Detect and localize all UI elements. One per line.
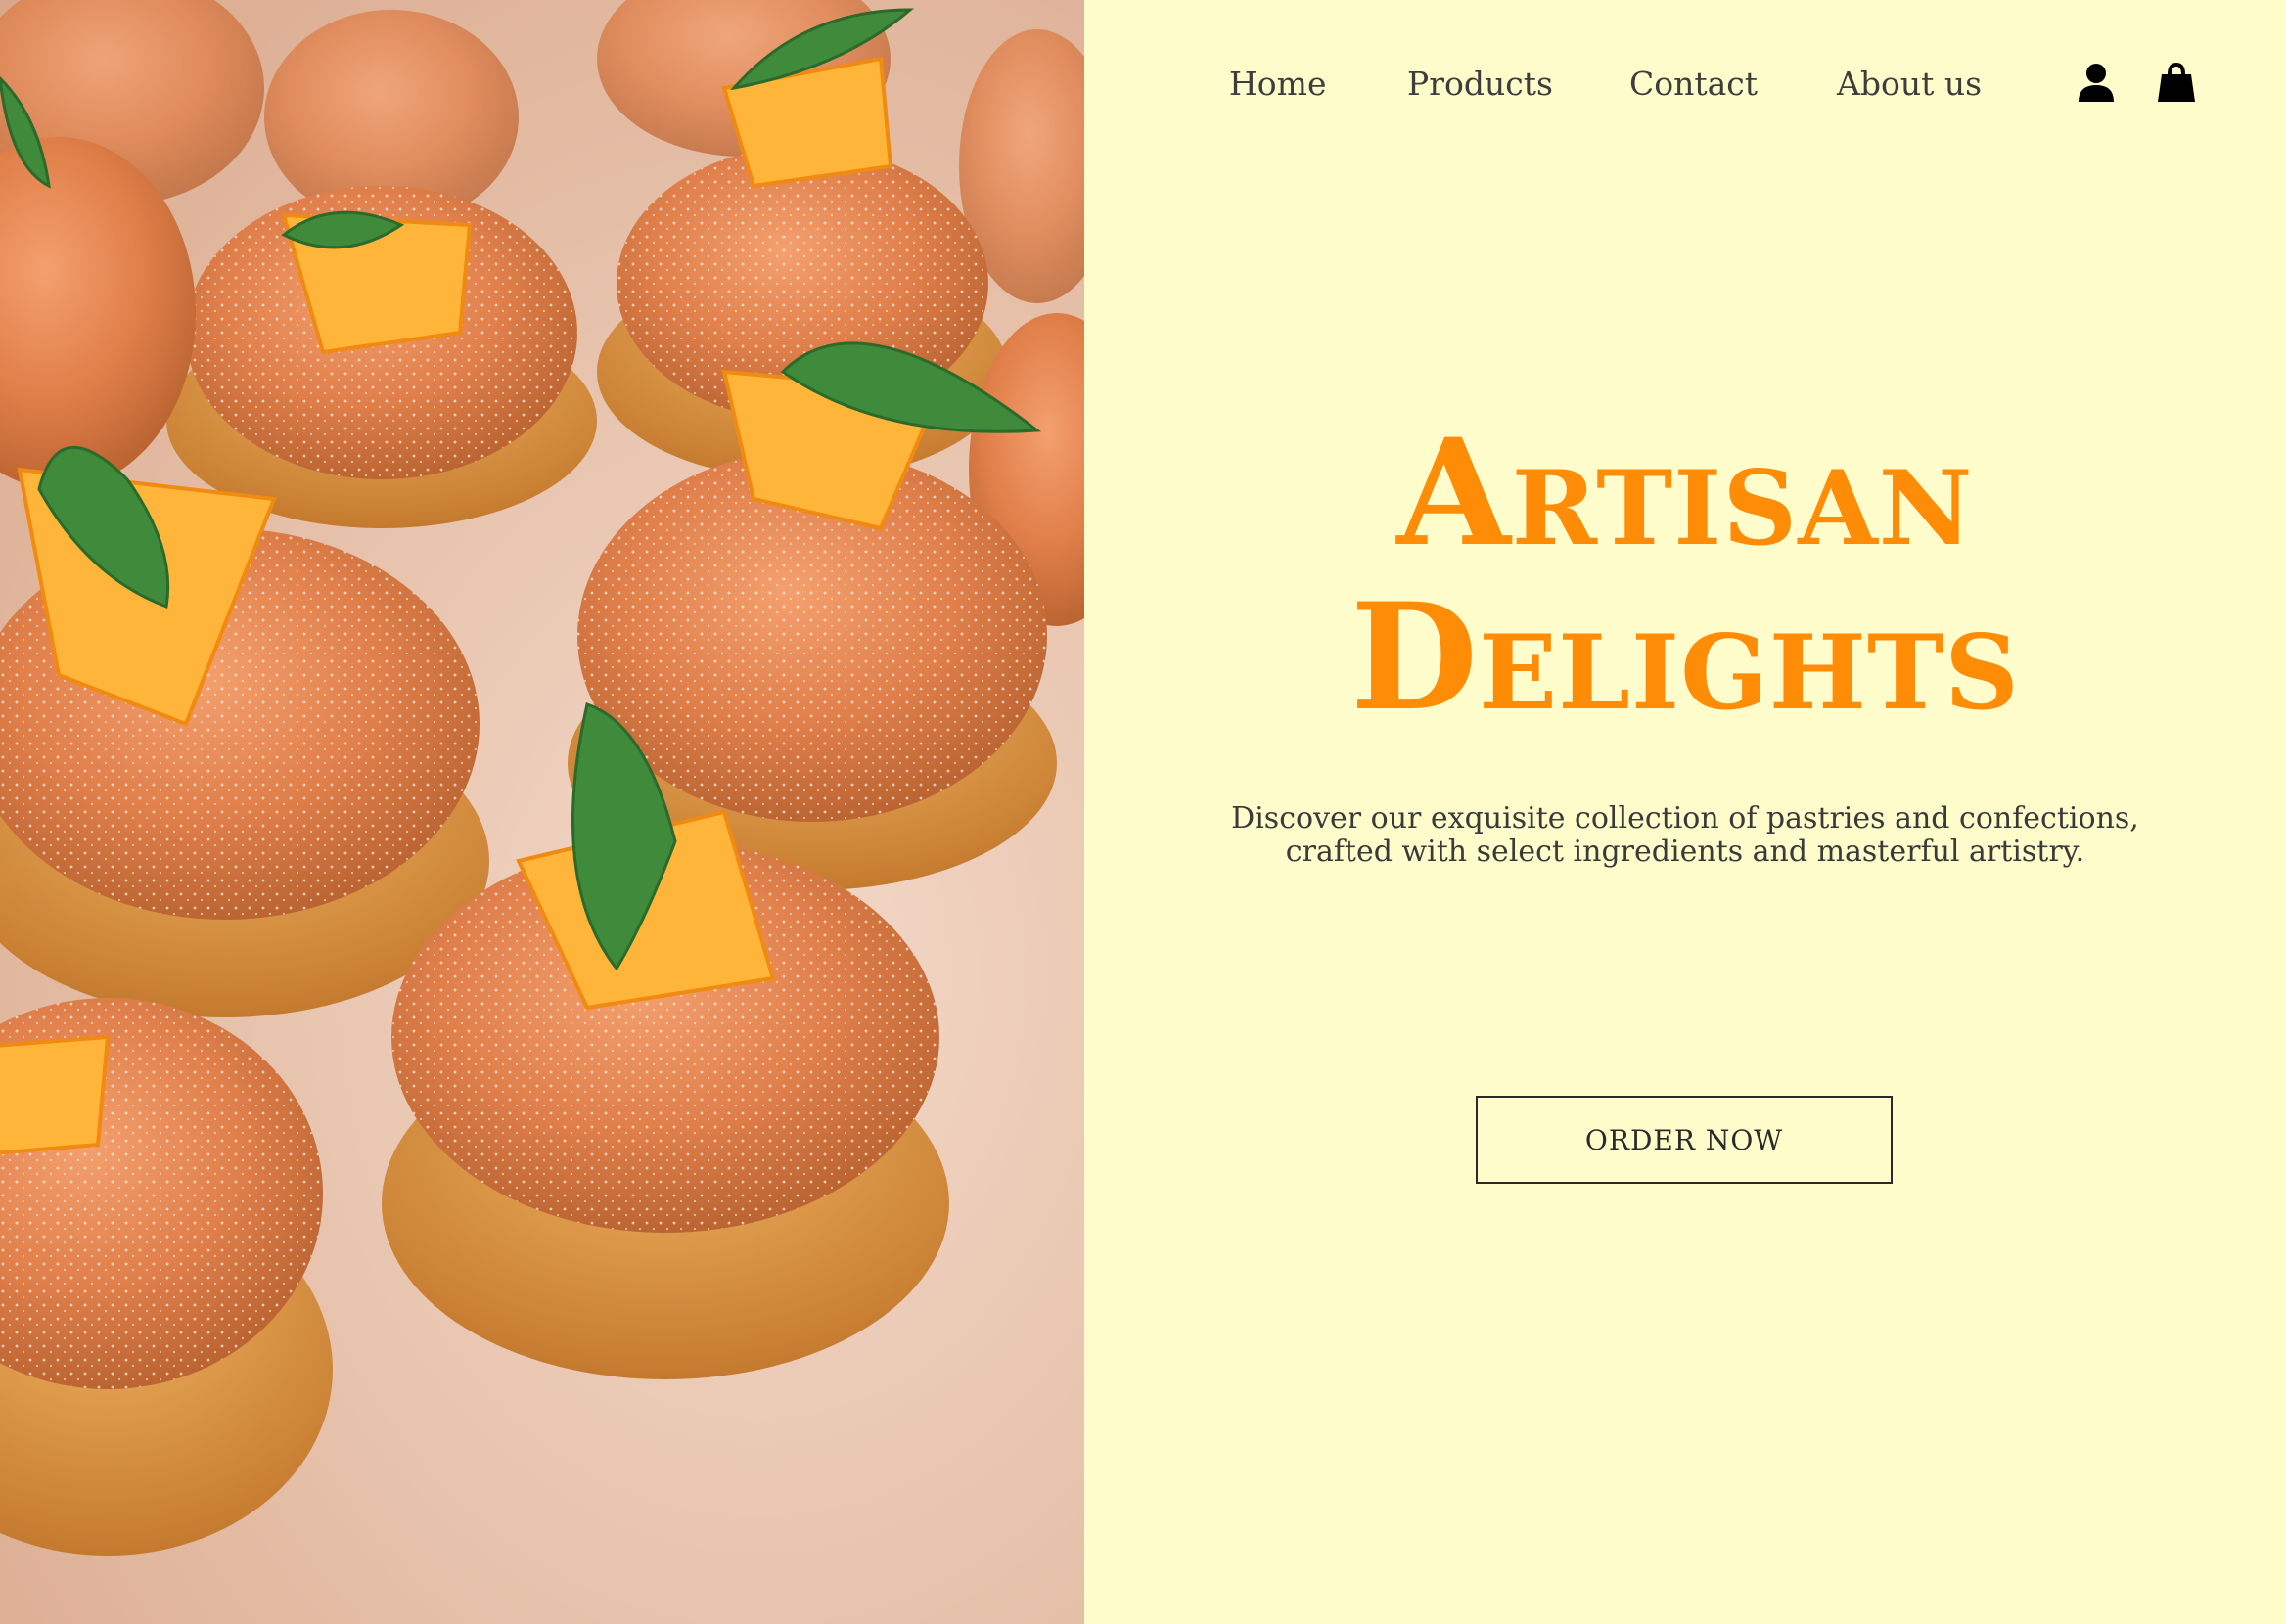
main-nav: Home Products Contact About us bbox=[1084, 57, 2286, 112]
hero-photo-pastries bbox=[0, 0, 1084, 1624]
hero-description: Discover our exquisite collection of pas… bbox=[1231, 801, 2139, 869]
nav-link-home[interactable]: Home bbox=[1229, 57, 1326, 112]
nav-link-about-us[interactable]: About us bbox=[1837, 57, 1982, 112]
hero-title: Artisan Delights bbox=[1084, 411, 2286, 740]
user-icon[interactable] bbox=[2073, 59, 2120, 106]
nav-link-contact[interactable]: Contact bbox=[1629, 57, 1758, 112]
order-now-button[interactable]: ORDER NOW bbox=[1476, 1096, 1893, 1184]
shopping-bag-icon[interactable] bbox=[2153, 59, 2200, 106]
nav-link-products[interactable]: Products bbox=[1407, 57, 1553, 112]
hero-title-line-2: Delights bbox=[1350, 571, 2020, 744]
hero-panel: Home Products Contact About us Artisan D… bbox=[1084, 0, 2286, 1624]
hero-title-line-1: Artisan bbox=[1396, 407, 1974, 579]
